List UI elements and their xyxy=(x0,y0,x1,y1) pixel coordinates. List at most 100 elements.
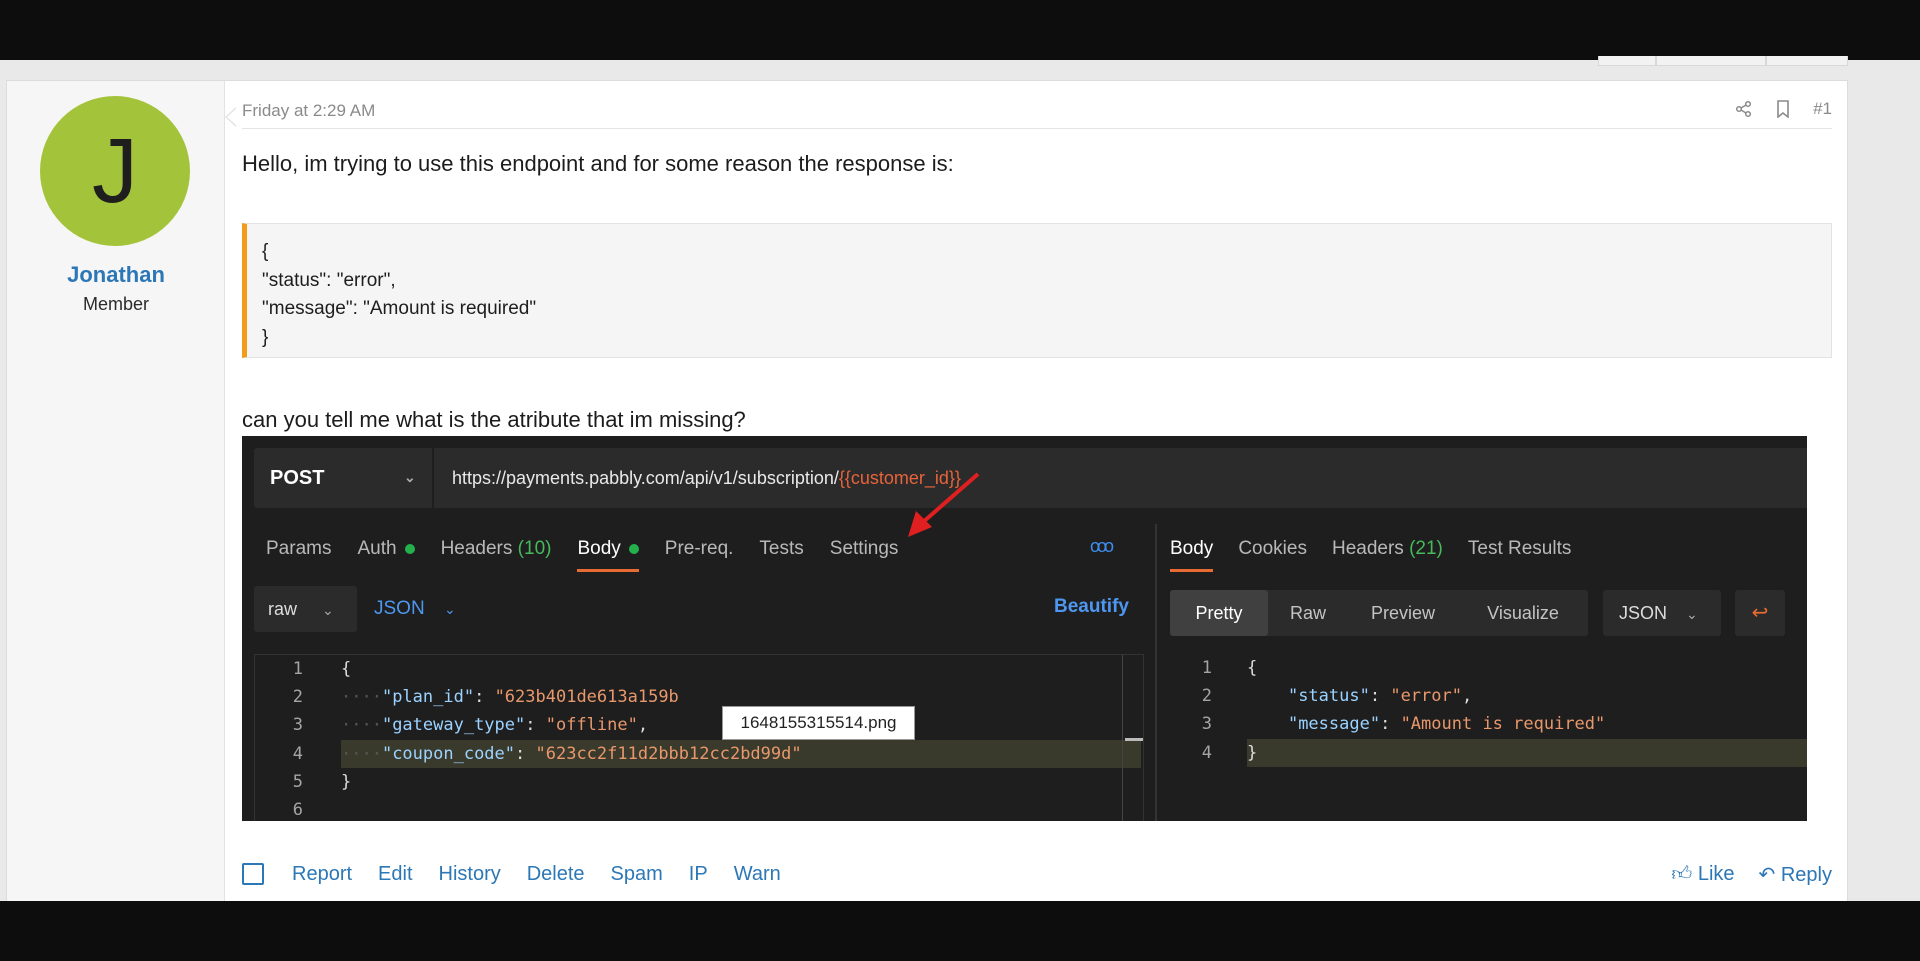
post-number[interactable]: #1 xyxy=(1813,99,1832,119)
view-visualize: Visualize xyxy=(1487,603,1559,623)
line-number: 5 xyxy=(292,771,303,792)
code-brace: } xyxy=(341,771,352,792)
post-date[interactable]: Friday at 2:29 AM xyxy=(242,101,375,121)
tab-settings: Settings xyxy=(829,538,899,559)
code-key: "coupon_code" xyxy=(381,743,516,764)
code-line: { xyxy=(1247,654,1807,682)
tab-test-results: Test Results xyxy=(1467,538,1572,559)
usercell-arrow-inner xyxy=(227,108,237,126)
spam-link[interactable]: Spam xyxy=(611,863,663,886)
bottom-dark-bar xyxy=(0,901,1920,961)
post-main: Friday at 2:29 AM #1 Hello, im trying to… xyxy=(242,81,1832,901)
user-title: Member xyxy=(82,294,149,314)
url-bar: POST ⌄ https://payments.pabbly.com/api/v… xyxy=(254,448,1807,508)
editor-scroll-thumb xyxy=(1125,738,1143,741)
chevron-down-icon: ⌄ xyxy=(322,602,334,618)
code-value: "623cc2f11d2bbb12cc2bd99d" xyxy=(535,743,802,764)
response-headers-count: (21) xyxy=(1409,538,1443,559)
chevron-down-icon: ⌄ xyxy=(1686,606,1698,622)
tab-body: Body xyxy=(577,538,640,572)
select-checkbox[interactable] xyxy=(242,863,264,885)
code-line-highlighted: ····"coupon_code": "623cc2f11d2bbb12cc2b… xyxy=(341,739,1141,768)
tab-auth-label: Auth xyxy=(357,538,397,559)
tab-body-label: Body xyxy=(577,538,621,559)
status-dot-icon xyxy=(404,543,415,554)
code-brace: { xyxy=(341,659,352,679)
pane-divider xyxy=(1155,524,1157,821)
status-dot-icon xyxy=(628,543,639,554)
report-link[interactable]: Report xyxy=(292,863,352,886)
chevron-down-icon: ⌄ xyxy=(443,601,456,617)
code-value: "Amount is required" xyxy=(1400,714,1606,735)
red-arrow-annotation xyxy=(908,472,980,537)
line-number: 4 xyxy=(1201,742,1212,763)
json-label: JSON xyxy=(374,598,425,619)
more-icon: ooo xyxy=(1090,536,1114,556)
request-editor: 1 2 3 4 5 6 { ····"plan_id": "623b401de6… xyxy=(254,654,1144,821)
warn-link[interactable]: Warn xyxy=(734,863,781,886)
tab-params: Params xyxy=(266,538,332,559)
code-line: "message": "Amount is required" xyxy=(1287,714,1606,735)
code-key: "plan_id" xyxy=(381,687,475,708)
like-button[interactable]: 👍︎ Like xyxy=(1671,862,1734,887)
code-brace: { xyxy=(1247,658,1258,678)
thumbs-up-icon: 👍︎ xyxy=(1671,863,1693,885)
quote-line: "message": "Amount is required" xyxy=(262,298,537,319)
code-quote: { "status": "error", "message": "Amount … xyxy=(242,223,1832,358)
view-preview: Preview xyxy=(1370,603,1436,623)
post-meta: Friday at 2:29 AM #1 xyxy=(242,99,1832,129)
tab-response-body: Body xyxy=(1170,538,1214,572)
ip-link[interactable]: IP xyxy=(689,863,708,886)
code-line-highlighted: } xyxy=(1247,738,1807,767)
code-value: "623b401de613a159b xyxy=(494,687,679,708)
delete-link[interactable]: Delete xyxy=(527,863,585,886)
post-paragraph-2: can you tell me what is the atribute tha… xyxy=(242,407,746,432)
quote-line: } xyxy=(262,326,269,348)
code-line: "status": "error", xyxy=(1287,686,1473,707)
view-raw: Raw xyxy=(1289,603,1326,623)
header-tab-stub xyxy=(1598,56,1656,66)
post-meta-icons: #1 xyxy=(1735,99,1832,119)
image-filename-tooltip: 1648155315514.png xyxy=(722,706,915,740)
forum-post: J Jonathan Member Friday at 2:29 AM #1 H… xyxy=(6,80,1848,901)
line-number: 2 xyxy=(1201,686,1212,707)
line-number: 3 xyxy=(1201,714,1212,735)
post-actions: Report Edit History Delete Spam IP Warn … xyxy=(242,854,1832,894)
format-label: JSON xyxy=(1619,603,1668,623)
reaction-actions: 👍︎ Like ↶ Reply xyxy=(1671,862,1832,887)
post-paragraph-1: Hello, im trying to use this endpoint an… xyxy=(242,151,954,176)
reply-label: Reply xyxy=(1780,864,1832,886)
wrap-lines-icon: ↩ xyxy=(1735,590,1785,636)
share-icon[interactable] xyxy=(1735,100,1753,118)
line-numbers: 1 2 3 4 xyxy=(1170,654,1228,767)
url-prefix: https://payments.pabbly.com/api/v1/subsc… xyxy=(452,468,839,488)
response-code: { "status": "error", "message": "Amount … xyxy=(1247,654,1807,767)
line-number: 1 xyxy=(292,659,303,679)
request-url: https://payments.pabbly.com/api/v1/subsc… xyxy=(452,468,961,489)
raw-select: raw ⌄ xyxy=(254,586,357,632)
user-cell: J Jonathan Member xyxy=(7,81,225,901)
code-line: { xyxy=(341,655,1141,683)
edit-link[interactable]: Edit xyxy=(378,863,412,886)
username[interactable]: Jonathan xyxy=(7,262,225,288)
line-number: 6 xyxy=(292,799,303,820)
avatar[interactable]: J xyxy=(40,96,190,246)
tab-cookies: Cookies xyxy=(1238,538,1307,559)
tab-response-headers-label: Headers xyxy=(1331,538,1404,559)
request-tabs: Params Auth Headers (10) Body Pre-req. T… xyxy=(266,538,899,572)
view-pretty: Pretty xyxy=(1170,590,1268,636)
code-key: "message" xyxy=(1287,714,1381,735)
attached-screenshot[interactable]: POST ⌄ https://payments.pabbly.com/api/v… xyxy=(242,436,1807,821)
code-key: "gateway_type" xyxy=(381,715,526,736)
tab-headers-label: Headers xyxy=(440,538,513,559)
tab-headers: Headers (10) xyxy=(441,538,552,560)
header-tab-stub xyxy=(1656,56,1766,66)
history-link[interactable]: History xyxy=(439,863,501,886)
tab-auth: Auth xyxy=(357,538,415,560)
code-brace: } xyxy=(1247,742,1258,763)
reply-button[interactable]: ↶ Reply xyxy=(1759,862,1832,887)
quote-line: { xyxy=(262,241,269,262)
tab-prereq: Pre-req. xyxy=(664,538,734,559)
bookmark-icon[interactable] xyxy=(1775,100,1791,118)
